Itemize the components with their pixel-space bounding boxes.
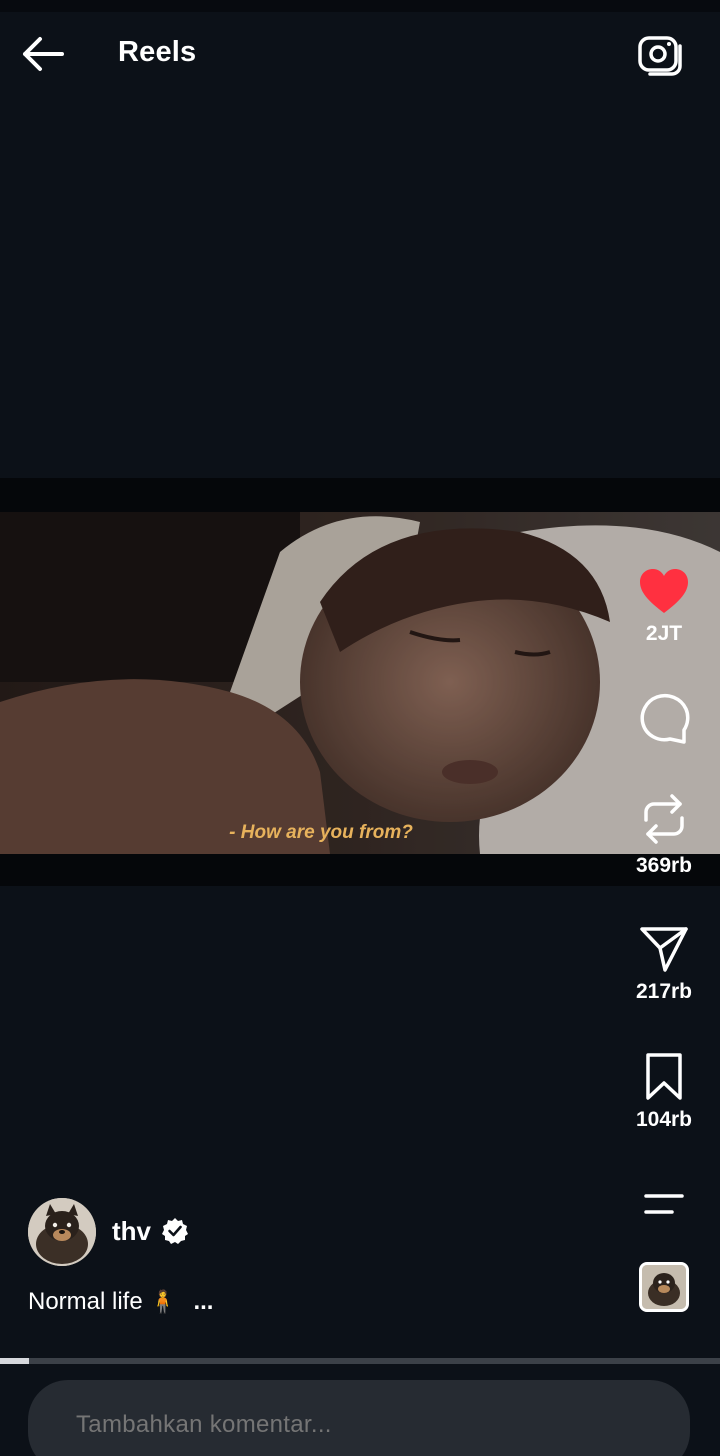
video-frame-image [0, 512, 720, 854]
share-count: 217rb [635, 980, 693, 1003]
audio-thumbnail[interactable] [639, 1262, 689, 1312]
send-icon[interactable] [638, 924, 690, 974]
more-options-button[interactable] [640, 1190, 688, 1220]
like-action: 2JT [620, 568, 708, 646]
heart-filled-icon[interactable] [638, 568, 690, 616]
repost-action: 369rb [620, 790, 708, 878]
comment-input[interactable] [74, 1410, 638, 1440]
bookmark-icon[interactable] [642, 1052, 686, 1102]
header: Reels [0, 14, 720, 94]
like-count: 2JT [645, 622, 683, 645]
arrow-left-icon [23, 37, 64, 71]
save-count: 104rb [635, 1108, 693, 1131]
verified-badge-icon [162, 1218, 188, 1244]
save-action: 104rb [620, 1052, 708, 1132]
caption-more: ... [193, 1288, 214, 1315]
video-subtitle: - How are you from? [229, 822, 413, 843]
avatar-image [28, 1198, 96, 1266]
author-row: thv [28, 1198, 428, 1268]
page-title: Reels [118, 36, 197, 68]
video-progress-bar[interactable] [0, 1358, 720, 1364]
menu-lines-icon [644, 1194, 684, 1214]
status-bar [0, 0, 720, 12]
avatar[interactable] [28, 1198, 96, 1266]
username[interactable]: thv [112, 1216, 151, 1247]
caption[interactable]: Normal life 🧍 ... [28, 1288, 213, 1316]
back-button[interactable] [18, 34, 68, 74]
comment-bubble-icon[interactable] [638, 692, 690, 744]
reels-screen: Reels - How are you from? 2JT 369rb 217r… [0, 0, 720, 1456]
reel-video[interactable] [0, 512, 720, 854]
repost-count: 369rb [635, 854, 693, 877]
camera-icon [638, 36, 682, 76]
caption-emoji: 🧍 [149, 1289, 177, 1314]
camera-button[interactable] [636, 32, 686, 78]
dog-thumbnail-image [642, 1265, 686, 1309]
comment-action [620, 692, 708, 744]
repost-icon[interactable] [638, 790, 690, 848]
comment-bar[interactable] [28, 1380, 690, 1456]
video-progress-fill [0, 1358, 29, 1364]
share-action: 217rb [620, 924, 708, 1004]
caption-text: Normal life [28, 1288, 143, 1315]
